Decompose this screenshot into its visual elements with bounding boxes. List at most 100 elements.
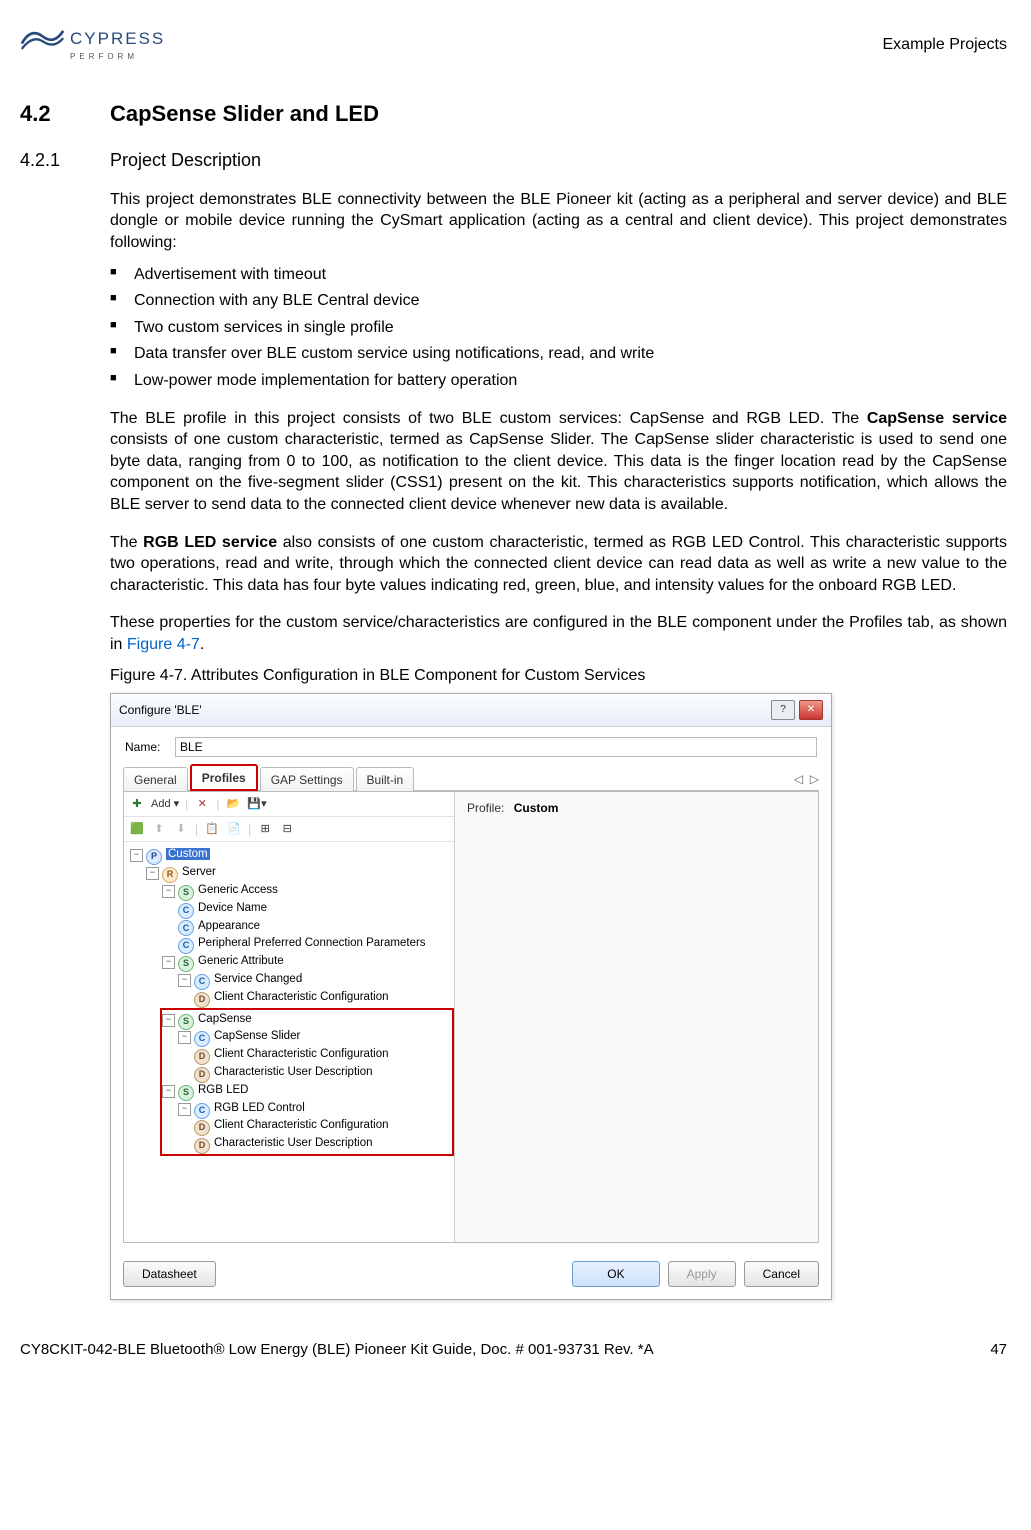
list-item: Advertisement with timeout (110, 264, 1007, 286)
twist-icon[interactable]: − (146, 867, 159, 880)
tree-node-server[interactable]: Server (182, 866, 216, 878)
tree-node[interactable]: Client Characteristic Configuration (214, 1119, 389, 1131)
desc-badge-icon: D (194, 1120, 210, 1136)
move-up-icon[interactable]: ⬆ (151, 820, 167, 838)
subsection-title: Project Description (110, 150, 261, 170)
tree-node[interactable]: Appearance (198, 920, 260, 932)
tab-gap-settings[interactable]: GAP Settings (260, 767, 354, 791)
section-heading: 4.2CapSense Slider and LED (20, 99, 1007, 129)
tree-node[interactable]: Service Changed (214, 973, 302, 985)
tree-node[interactable]: Peripheral Preferred Connection Paramete… (198, 937, 426, 949)
twist-icon[interactable]: − (178, 1103, 191, 1116)
figure-link[interactable]: Figure 4-7 (127, 636, 200, 653)
close-button[interactable]: ✕ (799, 700, 823, 720)
list-item: Data transfer over BLE custom service us… (110, 343, 1007, 365)
paragraph-ref: These properties for the custom service/… (110, 612, 1007, 655)
dialog-button-row: Datasheet OK Apply Cancel (111, 1253, 831, 1299)
add-button[interactable]: ✚ (129, 795, 145, 813)
tab-general[interactable]: General (123, 767, 188, 791)
help-button[interactable]: ? (771, 700, 795, 720)
name-row: Name: (111, 727, 831, 763)
profile-badge-icon: P (146, 849, 162, 865)
tree-node[interactable]: Device Name (198, 902, 267, 914)
twist-icon[interactable]: − (162, 956, 175, 969)
service-badge-icon: S (178, 885, 194, 901)
logo-text: CYPRESS (70, 28, 165, 51)
brand-logo: CYPRESS PERFORM (20, 24, 165, 63)
datasheet-button[interactable]: Datasheet (123, 1261, 216, 1287)
feature-list: Advertisement with timeout Connection wi… (110, 264, 1007, 392)
twist-icon[interactable]: − (130, 849, 143, 862)
paragraph-capsense: The BLE profile in this project consists… (110, 408, 1007, 516)
subsection-number: 4.2.1 (20, 148, 110, 172)
twist-icon[interactable]: − (162, 1085, 175, 1098)
tree-node[interactable]: Characteristic User Description (214, 1137, 373, 1149)
dialog-configure-ble: Configure 'BLE' ? ✕ Name: General Profil… (110, 693, 832, 1300)
add-button-label[interactable]: Add ▾ (151, 795, 179, 813)
tab-built-in[interactable]: Built-in (356, 767, 415, 791)
twist-icon[interactable]: − (178, 1031, 191, 1044)
service-badge-icon: S (178, 1085, 194, 1101)
copy-icon[interactable]: 📋 (204, 820, 220, 838)
highlighted-services: −SCapSense −CCapSense Slider DClient Cha… (160, 1008, 454, 1157)
expand-all-icon[interactable]: ⊞ (257, 820, 273, 838)
footer-page-number: 47 (990, 1340, 1007, 1360)
tree-node[interactable]: CapSense Slider (214, 1030, 300, 1042)
service-badge-icon: S (178, 1014, 194, 1030)
dialog-left-panel: ✚ Add ▾ | ✕ | 📂 💾▾ 🟩 ⬆ ⬇ | 📋 📄 | ⊞ ⊟ (124, 792, 455, 1242)
tree-node[interactable]: Generic Attribute (198, 955, 284, 967)
tree-node[interactable]: Client Characteristic Configuration (214, 1048, 389, 1060)
tree-node[interactable]: Characteristic User Description (214, 1066, 373, 1078)
move-down-icon[interactable]: ⬇ (173, 820, 189, 838)
char-badge-icon: C (194, 974, 210, 990)
char-badge-icon: C (194, 1103, 210, 1119)
desc-badge-icon: D (194, 1049, 210, 1065)
tree-node[interactable]: Generic Access (198, 884, 278, 896)
logo-subtext: PERFORM (70, 52, 138, 63)
twist-icon[interactable]: − (162, 885, 175, 898)
paste-icon[interactable]: 📄 (226, 820, 242, 838)
tab-profiles[interactable]: Profiles (190, 764, 258, 791)
subsection-heading: 4.2.1Project Description (20, 148, 1007, 172)
cancel-button[interactable]: Cancel (744, 1261, 819, 1287)
dialog-tabs: General Profiles GAP Settings Built-in ◁… (123, 763, 819, 791)
name-input[interactable] (175, 737, 817, 757)
profile-value: Custom (514, 801, 559, 815)
char-badge-icon: C (178, 903, 194, 919)
save-icon[interactable]: 💾▾ (247, 795, 266, 813)
char-badge-icon: C (178, 938, 194, 954)
twist-icon[interactable]: − (162, 1014, 175, 1027)
apply-button[interactable]: Apply (668, 1261, 736, 1287)
tab-scroll-arrows[interactable]: ◁ ▷ (794, 771, 819, 790)
tree-toolbar-1: ✚ Add ▾ | ✕ | 📂 💾▾ (124, 792, 454, 817)
profile-tree[interactable]: −PCustom −RServer −SGeneric Access CDevi… (124, 842, 454, 1242)
desc-badge-icon: D (194, 1067, 210, 1083)
tree-node[interactable]: RGB LED Control (214, 1102, 305, 1114)
dialog-right-panel: Profile: Custom (455, 792, 818, 1242)
tree-node[interactable]: Client Characteristic Configuration (214, 991, 389, 1003)
list-item: Two custom services in single profile (110, 317, 1007, 339)
page-footer: CY8CKIT-042-BLE Bluetooth® Low Energy (B… (20, 1340, 1007, 1360)
collapse-all-icon[interactable]: ⊟ (279, 820, 295, 838)
twist-icon[interactable]: − (178, 974, 191, 987)
tree-node-custom[interactable]: Custom (166, 848, 210, 860)
service-badge-icon: S (178, 956, 194, 972)
footer-doc-id: CY8CKIT-042-BLE Bluetooth® Low Energy (B… (20, 1340, 654, 1360)
paragraph-rgb: The RGB LED service also consists of one… (110, 532, 1007, 597)
list-item: Low-power mode implementation for batter… (110, 370, 1007, 392)
dialog-title-text: Configure 'BLE' (119, 702, 202, 718)
role-badge-icon: R (162, 867, 178, 883)
desc-badge-icon: D (194, 1138, 210, 1154)
toolbar-icon[interactable]: 🟩 (129, 820, 145, 838)
tree-node-capsense[interactable]: CapSense (198, 1013, 252, 1025)
tree-toolbar-2: 🟩 ⬆ ⬇ | 📋 📄 | ⊞ ⊟ (124, 817, 454, 842)
figure-caption: Figure 4-7. Attributes Configuration in … (110, 665, 1007, 687)
logo-wave-icon (20, 24, 65, 54)
open-icon[interactable]: 📂 (225, 795, 241, 813)
name-label: Name: (125, 739, 175, 755)
tree-node-rgb[interactable]: RGB LED (198, 1084, 249, 1096)
page-header: CYPRESS PERFORM Example Projects (20, 24, 1007, 63)
ok-button[interactable]: OK (572, 1261, 659, 1287)
header-chapter: Example Projects (883, 34, 1008, 56)
delete-button[interactable]: ✕ (194, 795, 210, 813)
